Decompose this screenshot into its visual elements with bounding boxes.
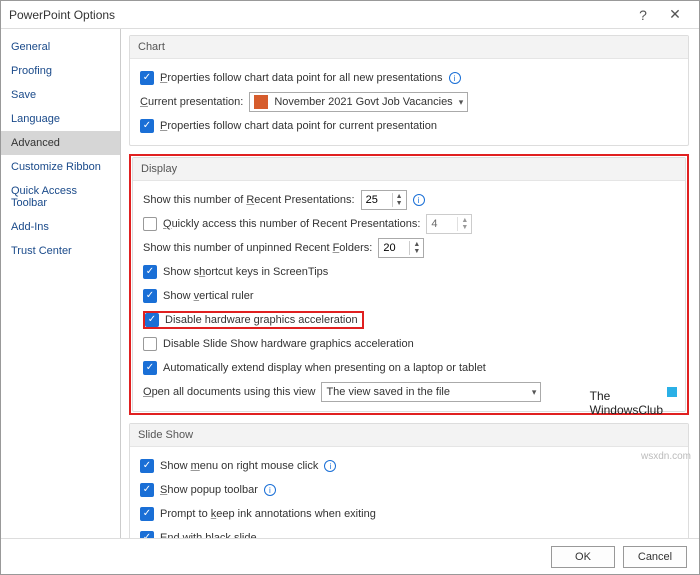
group-display-title: Display [133, 158, 685, 181]
disable-hw-checkbox[interactable] [145, 313, 159, 327]
chevron-down-icon: ▾ [532, 387, 537, 398]
sidebar: General Proofing Save Language Advanced … [1, 29, 121, 538]
popup-toolbar-label: Show popup toolbar [160, 484, 258, 496]
recent-folders-label: Show this number of unpinned Recent Fold… [143, 242, 372, 254]
sidebar-item-save[interactable]: Save [1, 83, 120, 107]
current-presentation-label: Current presentation: [140, 96, 243, 108]
recent-presentations-value[interactable] [362, 194, 392, 206]
disable-hw-highlight-frame: Disable hardware graphics acceleration [143, 311, 364, 329]
current-presentation-value: November 2021 Govt Job Vacancies [274, 96, 452, 108]
quick-access-spinner: ▲▼ [426, 214, 472, 234]
ok-button[interactable]: OK [551, 546, 615, 568]
chart-follow-all-checkbox[interactable] [140, 71, 154, 85]
disable-hw-label: Disable hardware graphics acceleration [165, 314, 358, 326]
show-menu-checkbox[interactable] [140, 459, 154, 473]
cancel-button[interactable]: Cancel [623, 546, 687, 568]
popup-toolbar-checkbox[interactable] [140, 483, 154, 497]
current-presentation-select[interactable]: November 2021 Govt Job Vacancies ▾ [249, 92, 468, 112]
end-black-label: End with black slide [160, 532, 257, 538]
dialog-footer: OK Cancel [1, 538, 699, 574]
keep-ink-checkbox[interactable] [140, 507, 154, 521]
vertical-ruler-checkbox[interactable] [143, 289, 157, 303]
info-icon[interactable]: i [449, 72, 461, 84]
help-button[interactable]: ? [627, 1, 659, 29]
shortcut-keys-label: Show shortcut keys in ScreenTips [163, 266, 328, 278]
presentation-icon [254, 95, 268, 109]
info-icon[interactable]: i [324, 460, 336, 472]
group-slideshow: Slide Show Show menu on right mouse clic… [129, 423, 689, 538]
open-documents-value: The view saved in the file [326, 386, 450, 398]
auto-extend-checkbox[interactable] [143, 361, 157, 375]
group-chart: Chart Properties follow chart data point… [129, 35, 689, 146]
logo-line2: WindowsClub [590, 403, 663, 417]
sidebar-item-add-ins[interactable]: Add-Ins [1, 215, 120, 239]
logo-line1: The [590, 389, 663, 403]
sidebar-item-language[interactable]: Language [1, 107, 120, 131]
dialog-body: General Proofing Save Language Advanced … [1, 29, 699, 538]
vertical-ruler-label: Show vertical ruler [163, 290, 253, 302]
end-black-checkbox[interactable] [140, 531, 154, 538]
disable-ss-hw-label: Disable Slide Show hardware graphics acc… [163, 338, 414, 350]
recent-folders-value[interactable] [379, 242, 409, 254]
sidebar-item-quick-access-toolbar[interactable]: Quick Access Toolbar [1, 179, 120, 215]
logo-square-icon [667, 387, 677, 397]
recent-presentations-spinner[interactable]: ▲▼ [361, 190, 407, 210]
keep-ink-label: Prompt to keep ink annotations when exit… [160, 508, 376, 520]
group-slideshow-title: Slide Show [130, 424, 688, 447]
titlebar: PowerPoint Options ? ✕ [1, 1, 699, 29]
sidebar-item-advanced[interactable]: Advanced [1, 131, 120, 155]
quick-access-checkbox[interactable] [143, 217, 157, 231]
open-documents-select[interactable]: The view saved in the file ▾ [321, 382, 541, 402]
recent-folders-spinner[interactable]: ▲▼ [378, 238, 424, 258]
info-icon[interactable]: i [413, 194, 425, 206]
group-display: Display Show this number of Recent Prese… [132, 157, 686, 412]
windowsclub-logo: The WindowsClub [590, 389, 663, 417]
dialog-title: PowerPoint Options [9, 8, 627, 22]
sidebar-item-general[interactable]: General [1, 35, 120, 59]
chart-follow-current-checkbox[interactable] [140, 119, 154, 133]
recent-presentations-label: Show this number of Recent Presentations… [143, 194, 355, 206]
quick-access-value [427, 218, 457, 230]
watermark: wsxdn.com [641, 451, 691, 462]
auto-extend-label: Automatically extend display when presen… [163, 362, 486, 374]
sidebar-item-trust-center[interactable]: Trust Center [1, 239, 120, 263]
open-documents-label: Open all documents using this view [143, 386, 315, 398]
info-icon[interactable]: i [264, 484, 276, 496]
group-chart-title: Chart [130, 36, 688, 59]
options-dialog: PowerPoint Options ? ✕ General Proofing … [0, 0, 700, 575]
shortcut-keys-checkbox[interactable] [143, 265, 157, 279]
sidebar-item-proofing[interactable]: Proofing [1, 59, 120, 83]
chart-follow-all-label: Properties follow chart data point for a… [160, 72, 443, 84]
chevron-down-icon: ▾ [459, 97, 464, 108]
sidebar-item-customize-ribbon[interactable]: Customize Ribbon [1, 155, 120, 179]
display-highlight-frame: Display Show this number of Recent Prese… [129, 154, 689, 415]
content-pane: Chart Properties follow chart data point… [121, 29, 699, 538]
quick-access-label: Quickly access this number of Recent Pre… [163, 218, 420, 230]
show-menu-label: Show menu on right mouse click [160, 460, 318, 472]
disable-ss-hw-checkbox[interactable] [143, 337, 157, 351]
chart-follow-current-label: Properties follow chart data point for c… [160, 120, 437, 132]
close-button[interactable]: ✕ [659, 1, 691, 29]
